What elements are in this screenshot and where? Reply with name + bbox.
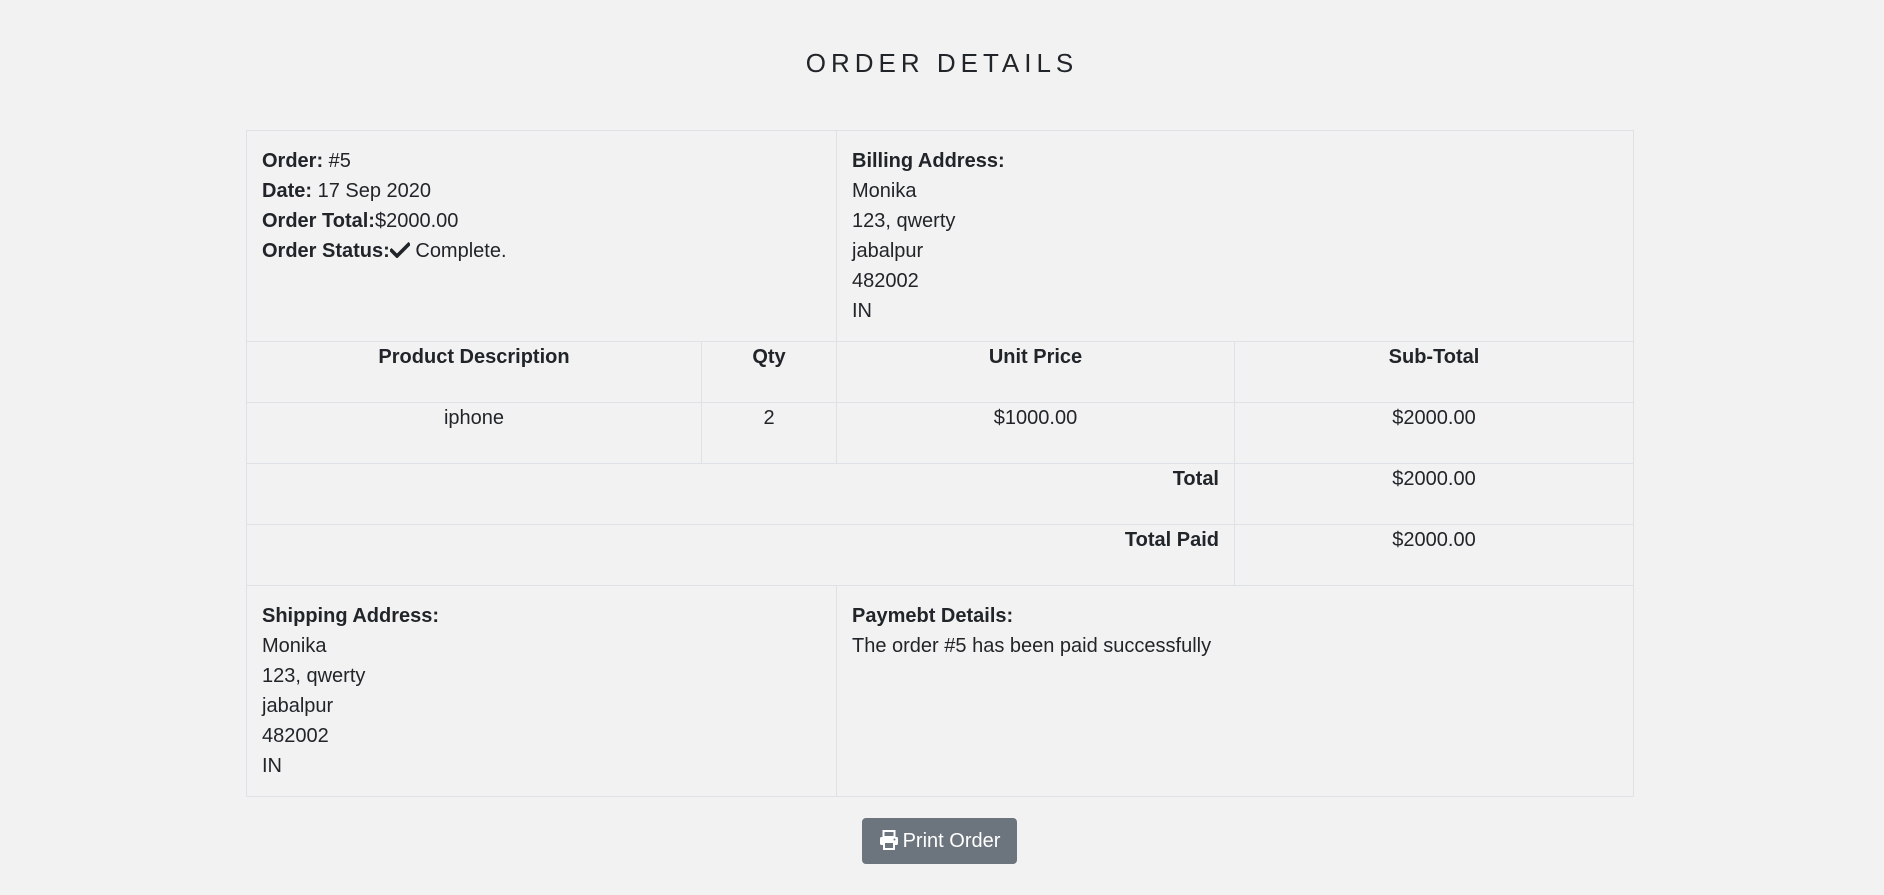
order-status-line: Order Status: Complete. (262, 236, 821, 266)
billing-city: jabalpur (852, 240, 924, 262)
total-label: Total (246, 463, 1235, 525)
order-number-line: Order: #5 (262, 146, 821, 176)
column-header-subtotal: Sub-Total (1233, 341, 1635, 403)
page-title: ORDER DETAILS (805, 48, 1079, 78)
total-row: Total $2000.00 (246, 463, 1635, 525)
order-status-value: Complete. (409, 240, 507, 262)
printer-icon (879, 830, 899, 850)
billing-street: 123, qwerty (852, 210, 956, 232)
order-details-table: Order: #5 Date: 17 Sep 2020 Order Total:… (246, 130, 1635, 797)
print-order-button[interactable]: Print Order (862, 818, 1017, 864)
table-row: iphone 2 $1000.00 $2000.00 (246, 402, 1635, 464)
order-date-label: Date: (262, 180, 313, 202)
order-date-line: Date: 17 Sep 2020 (262, 176, 821, 206)
billing-address-cell: Billing Address: Monika 123, qwerty jaba… (835, 130, 1635, 342)
order-number-label: Order: (262, 150, 324, 172)
total-paid-label: Total Paid (246, 524, 1235, 586)
item-qty: 2 (701, 402, 837, 464)
order-summary-cell: Order: #5 Date: 17 Sep 2020 Order Total:… (246, 130, 837, 342)
item-unit-price: $1000.00 (836, 402, 1235, 464)
payment-details-label: Paymebt Details: (852, 605, 1014, 627)
column-header-description: Product Description (246, 341, 702, 403)
column-header-qty: Qty (701, 341, 837, 403)
item-description: iphone (246, 402, 702, 464)
billing-country: IN (852, 300, 872, 322)
order-total-value: $2000.00 (374, 210, 459, 232)
payment-details-cell: Paymebt Details: The order #5 has been p… (835, 585, 1635, 797)
billing-name: Monika (852, 180, 917, 202)
total-paid-value: $2000.00 (1233, 524, 1635, 586)
shipping-city: jabalpur (262, 695, 334, 717)
order-status-label: Order Status: (262, 240, 390, 262)
shipping-street: 123, qwerty (262, 665, 366, 687)
order-info-row: Order: #5 Date: 17 Sep 2020 Order Total:… (246, 130, 1635, 342)
billing-address-label: Billing Address: (852, 150, 1005, 172)
shipping-address-cell: Shipping Address: Monika 123, qwerty jab… (246, 585, 837, 797)
total-value: $2000.00 (1233, 463, 1635, 525)
shipping-address-label: Shipping Address: (262, 605, 440, 627)
item-subtotal: $2000.00 (1233, 402, 1635, 464)
order-total-line: Order Total:$2000.00 (262, 206, 821, 236)
items-header-row: Product Description Qty Unit Price Sub-T… (246, 341, 1635, 403)
billing-zip: 482002 (852, 270, 919, 292)
column-header-unit-price: Unit Price (836, 341, 1235, 403)
order-date-value: 17 Sep 2020 (312, 180, 432, 202)
order-number-value: #5 (323, 150, 351, 172)
check-icon (389, 242, 410, 258)
shipping-country: IN (262, 755, 282, 777)
shipping-zip: 482002 (262, 725, 329, 747)
total-paid-row: Total Paid $2000.00 (246, 524, 1635, 586)
address-payment-row: Shipping Address: Monika 123, qwerty jab… (246, 585, 1635, 797)
payment-message: The order #5 has been paid successfully (852, 635, 1212, 657)
order-total-label: Order Total: (262, 210, 375, 232)
print-order-label: Print Order (902, 830, 1001, 852)
shipping-name: Monika (262, 635, 327, 657)
